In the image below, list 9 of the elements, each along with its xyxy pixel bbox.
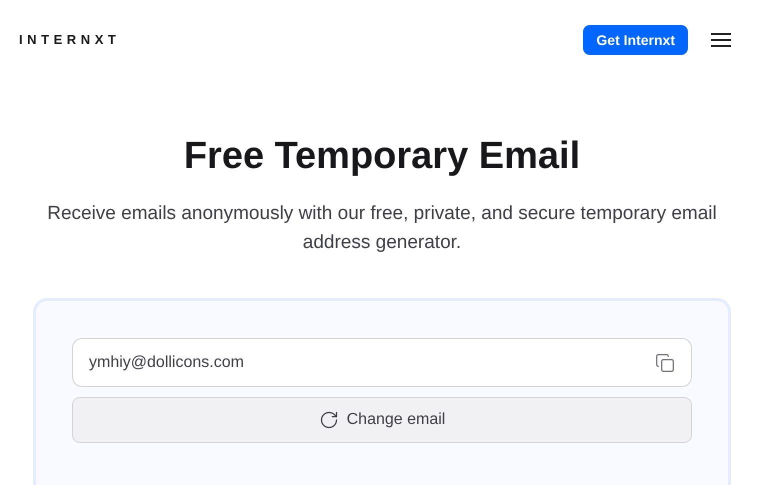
refresh-icon	[318, 410, 339, 430]
page-title: Free Temporary Email	[182, 134, 582, 179]
email-field[interactable]: ymhiy@dollicons.com	[72, 338, 692, 387]
logo[interactable]: INTERNXT	[19, 30, 120, 50]
page-subtitle: Receive emails anonymously with our free, private, and secure temporary email address generator.	[46, 202, 718, 255]
change-email-button[interactable]: Change email	[72, 397, 692, 443]
menu-icon[interactable]	[710, 32, 732, 48]
copy-icon[interactable]	[655, 352, 675, 372]
get-internxt-button[interactable]: Get Internxt	[583, 25, 688, 55]
